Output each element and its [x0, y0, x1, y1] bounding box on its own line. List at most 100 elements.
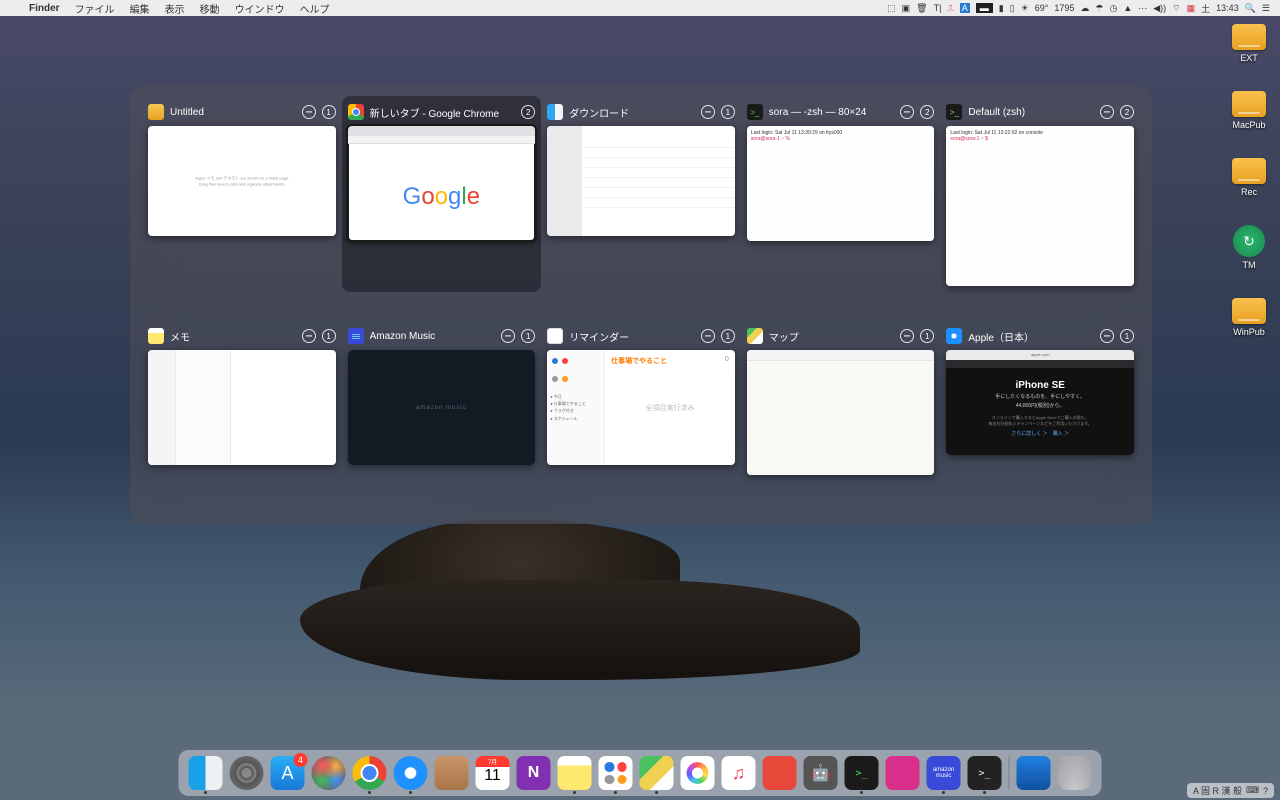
- window-count-badge: 2: [1120, 105, 1134, 119]
- close-icon[interactable]: [501, 329, 515, 343]
- sound-icon[interactable]: ◀)): [1153, 3, 1166, 14]
- dock-settings[interactable]: [230, 756, 264, 790]
- window-thumb[interactable]: ● 今日● 仕事場でやること● フラグ付き● スケジュール 仕事場でやること 0…: [547, 350, 735, 465]
- weather-temp[interactable]: 69°: [1035, 3, 1049, 13]
- dock-iterm[interactable]: >_: [845, 756, 879, 790]
- drive-rec[interactable]: Rec: [1232, 158, 1266, 197]
- help-icon: ?: [1263, 786, 1268, 796]
- close-icon[interactable]: [900, 329, 914, 343]
- mc-item-downloads[interactable]: ダウンロード 1: [547, 102, 735, 286]
- menu-file[interactable]: ファイル: [69, 1, 121, 16]
- dock-launchpad[interactable]: [312, 756, 346, 790]
- close-icon[interactable]: [1100, 329, 1114, 343]
- window-count-badge: 1: [322, 105, 336, 119]
- dropbox-icon[interactable]: ⬚: [887, 3, 896, 14]
- safari-icon: [946, 328, 962, 344]
- window-thumb[interactable]: apple.com iPhone SE 手にしたくなるものを、手にしやすく。 4…: [946, 350, 1134, 455]
- google-logo: Google: [403, 183, 480, 211]
- close-icon[interactable]: [302, 105, 316, 119]
- more-icon[interactable]: ⋯: [1138, 3, 1147, 14]
- controlcenter-icon[interactable]: ☰: [1262, 3, 1270, 14]
- dock-anydesk[interactable]: [1017, 756, 1051, 790]
- dock-automator[interactable]: 🤖: [804, 756, 838, 790]
- drive-tm[interactable]: ↻TM: [1233, 225, 1265, 270]
- cloud-icon[interactable]: ☁: [1080, 3, 1089, 14]
- calendar-icon[interactable]: ▦: [1187, 3, 1196, 14]
- menubar-app[interactable]: Finder: [23, 3, 66, 14]
- spotlight-icon[interactable]: 🔍: [1245, 3, 1256, 14]
- weather-icon[interactable]: ☀: [1021, 3, 1029, 14]
- desktop-icons: EXT MacPub Rec ↻TM WinPub: [1232, 24, 1266, 337]
- window-thumb[interactable]: [148, 350, 336, 465]
- mc-item-terminal[interactable]: >_ sora — -zsh — 80×24 2 Last login: Sat…: [747, 102, 935, 286]
- window-thumb[interactable]: Google: [348, 126, 536, 241]
- menu-go[interactable]: 移動: [194, 1, 226, 16]
- umbrella-icon[interactable]: ☂: [1095, 3, 1103, 14]
- menu-edit[interactable]: 編集: [124, 1, 156, 16]
- time-label[interactable]: 13:43: [1216, 3, 1239, 13]
- battery2-icon[interactable]: ▯: [1010, 3, 1015, 14]
- dock-amazon-music[interactable]: amazonmusic: [927, 756, 961, 790]
- window-thumb[interactable]: [747, 350, 935, 475]
- user-icon[interactable]: ▲: [1123, 3, 1132, 13]
- dock-photos[interactable]: [681, 756, 715, 790]
- dock-maps[interactable]: [640, 756, 674, 790]
- drive-macpub[interactable]: MacPub: [1232, 91, 1266, 130]
- dock-todoist[interactable]: [763, 756, 797, 790]
- day-label[interactable]: 土: [1201, 2, 1210, 15]
- dock-separator: [1009, 756, 1010, 790]
- dock-trash[interactable]: [1058, 756, 1092, 790]
- dock-appstore[interactable]: A4: [271, 756, 305, 790]
- menu-view[interactable]: 表示: [159, 1, 191, 16]
- dock-calendar[interactable]: 7月11: [476, 756, 510, 790]
- window-thumb[interactable]: Last login: Sat Jul 11 13:22:02 on conso…: [946, 126, 1134, 286]
- close-icon[interactable]: [900, 105, 914, 119]
- mc-item-iterm[interactable]: >_ Default (zsh) 2 Last login: Sat Jul 1…: [946, 102, 1134, 286]
- disk-icon[interactable]: ▬: [976, 3, 993, 13]
- menu-window[interactable]: ウインドウ: [229, 1, 291, 16]
- drive-ext[interactable]: EXT: [1232, 24, 1266, 63]
- notes-icon: [148, 328, 164, 344]
- dock-onenote[interactable]: N: [517, 756, 551, 790]
- dock-finder[interactable]: [189, 756, 223, 790]
- close-icon[interactable]: [302, 329, 316, 343]
- close-icon[interactable]: [701, 105, 715, 119]
- dock-notes[interactable]: [558, 756, 592, 790]
- drive-winpub[interactable]: WinPub: [1232, 298, 1266, 337]
- mc-item-reminders[interactable]: リマインダー 1 ● 今日● 仕事場でやること● フラグ付き● スケジュール 仕…: [547, 326, 735, 475]
- battery1-icon[interactable]: ▮: [999, 3, 1004, 14]
- input-a-icon[interactable]: A: [960, 3, 970, 13]
- mc-item-maps[interactable]: マップ 1: [747, 326, 935, 475]
- mc-item-memo[interactable]: メモ 1: [148, 326, 336, 475]
- dock-reminders[interactable]: [599, 756, 633, 790]
- dock-music[interactable]: ♫: [722, 756, 756, 790]
- close-icon[interactable]: [1100, 105, 1114, 119]
- count-label[interactable]: 1795: [1054, 3, 1074, 13]
- mc-item-chrome[interactable]: 新しいタブ - Google Chrome 2 Google: [342, 96, 542, 292]
- dock-contacts[interactable]: [435, 756, 469, 790]
- heartbeat-icon[interactable]: ⎍: [947, 3, 953, 14]
- input-mode-indicator[interactable]: A 固 R 漢 般 ⌨ ?: [1187, 783, 1274, 798]
- window-thumb[interactable]: [547, 126, 735, 236]
- clock-icon[interactable]: ◷: [1109, 3, 1117, 14]
- menu-help[interactable]: ヘルプ: [294, 1, 336, 16]
- dock-flamingo[interactable]: [886, 756, 920, 790]
- dock-chrome[interactable]: [353, 756, 387, 790]
- chrome-icon: [348, 104, 364, 120]
- mc-item-untitled[interactable]: Untitled 1 Apple メモ and テキスト are shown o…: [148, 102, 336, 286]
- dock-terminal[interactable]: >_: [968, 756, 1002, 790]
- screenshot-icon[interactable]: ▣: [902, 3, 911, 14]
- window-thumb[interactable]: Apple メモ and テキスト are shown on a blank p…: [148, 126, 336, 236]
- trash-icon[interactable]: 🗑: [916, 3, 927, 14]
- wifi-icon[interactable]: ⌔: [1172, 3, 1180, 14]
- text-icon[interactable]: T|: [934, 3, 942, 13]
- window-count-badge: 1: [322, 329, 336, 343]
- mc-item-safari[interactable]: Apple（日本） 1 apple.com iPhone SE 手にしたくなるも…: [946, 326, 1134, 475]
- finder-icon: [547, 104, 563, 120]
- mc-item-amazon[interactable]: Amazon Music 1 amazon music: [348, 326, 536, 475]
- window-thumb[interactable]: Last login: Sat Jul 11 13:39:29 on ttys0…: [747, 126, 935, 241]
- dock-safari[interactable]: [394, 756, 428, 790]
- window-thumb[interactable]: amazon music: [348, 350, 536, 465]
- app-icon: [148, 104, 164, 120]
- close-icon[interactable]: [701, 329, 715, 343]
